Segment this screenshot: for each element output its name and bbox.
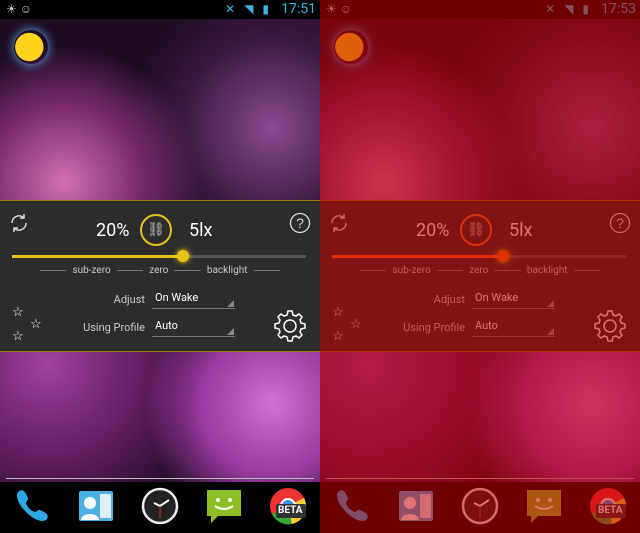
- brightness-percent: 20%: [96, 220, 130, 241]
- slider-scale: sub-zero zero backlight: [360, 263, 600, 277]
- adjust-label: Adjust: [433, 293, 465, 306]
- lux-reading: 5lx: [189, 220, 213, 241]
- adjust-dropdown[interactable]: On Wake: [472, 291, 555, 309]
- chrome-beta-icon[interactable]: BETA: [588, 486, 628, 526]
- slider-thumb[interactable]: [496, 250, 509, 262]
- slider-scale: sub-zero zero backlight: [40, 263, 280, 277]
- slider-fill: [332, 255, 503, 258]
- chrome-beta-badge: BETA: [598, 505, 623, 516]
- scale-label-zero: zero: [149, 264, 169, 276]
- screen-right-red-filter: ☀ ☺ ✕ ◥ ▮ 17:53 20% ⛓ 5lx ? sub-zero zer…: [320, 0, 640, 533]
- brightness-percent: 20%: [416, 220, 450, 241]
- clock-icon[interactable]: [140, 486, 180, 526]
- adjust-value: On Wake: [155, 291, 199, 304]
- profile-label: Using Profile: [83, 321, 145, 334]
- phone-icon[interactable]: [332, 486, 372, 526]
- contacts-icon[interactable]: [76, 486, 116, 526]
- chain-link-icon[interactable]: ⛓: [460, 214, 492, 246]
- stars-icon[interactable]: ☆ ☆ ☆: [332, 306, 368, 343]
- brightness-widget: 20% ⛓ 5lx ? sub-zero zero backlight Adju…: [0, 200, 320, 352]
- scale-label-backlight: backlight: [206, 264, 248, 276]
- profile-dropdown[interactable]: Auto: [472, 319, 555, 337]
- gear-icon[interactable]: [592, 308, 628, 344]
- profile-label: Using Profile: [403, 321, 465, 334]
- signal-battery-icons: ✕ ◥ ▮: [225, 2, 272, 16]
- status-bar: ☀ ☺ ✕ ◥ ▮ 17:51: [0, 0, 320, 19]
- messaging-icon[interactable]: [204, 486, 244, 526]
- phone-icon[interactable]: [12, 486, 52, 526]
- notification-icons: ☀ ☺: [326, 2, 352, 16]
- stars-icon[interactable]: ☆ ☆ ☆: [12, 306, 48, 343]
- adjust-dropdown[interactable]: On Wake: [152, 291, 235, 309]
- dock-divider: [326, 478, 634, 479]
- chrome-beta-badge: BETA: [278, 505, 303, 516]
- brightness-slider[interactable]: [332, 250, 626, 262]
- wallpaper: [320, 352, 640, 482]
- status-bar: ☀ ☺ ✕ ◥ ▮ 17:53: [320, 0, 640, 19]
- scale-label-backlight: backlight: [526, 264, 568, 276]
- help-icon[interactable]: ?: [289, 212, 311, 234]
- profile-dropdown[interactable]: Auto: [152, 319, 235, 337]
- status-time: 17:51: [281, 1, 316, 17]
- scale-label-sub-zero: sub-zero: [392, 264, 431, 276]
- contacts-icon[interactable]: [396, 486, 436, 526]
- svg-text:?: ?: [296, 215, 304, 231]
- wallpaper: [0, 352, 320, 482]
- slider-fill: [12, 255, 183, 258]
- adjust-value: On Wake: [475, 291, 519, 304]
- brightness-slider[interactable]: [12, 250, 306, 262]
- clock-icon[interactable]: [460, 486, 500, 526]
- slider-thumb[interactable]: [176, 250, 189, 262]
- help-icon[interactable]: ?: [609, 212, 631, 234]
- wallpaper: [0, 19, 320, 200]
- refresh-icon[interactable]: [328, 212, 350, 234]
- signal-battery-icons: ✕ ◥ ▮: [545, 2, 592, 16]
- app-sun-moon-icon[interactable]: [334, 30, 368, 64]
- messaging-icon[interactable]: [524, 486, 564, 526]
- wallpaper: [320, 19, 640, 200]
- dock-divider: [6, 478, 314, 479]
- chain-link-icon[interactable]: ⛓: [140, 214, 172, 246]
- chrome-beta-icon[interactable]: BETA: [268, 486, 308, 526]
- svg-text:?: ?: [616, 215, 624, 231]
- lux-reading: 5lx: [509, 220, 533, 241]
- notification-icons: ☀ ☺: [6, 2, 32, 16]
- app-sun-moon-icon[interactable]: [14, 30, 48, 64]
- scale-label-zero: zero: [469, 264, 489, 276]
- brightness-widget: 20% ⛓ 5lx ? sub-zero zero backlight Adju…: [320, 200, 640, 352]
- gear-icon[interactable]: [272, 308, 308, 344]
- scale-label-sub-zero: sub-zero: [72, 264, 111, 276]
- refresh-icon[interactable]: [8, 212, 30, 234]
- adjust-label: Adjust: [113, 293, 145, 306]
- screen-left: ☀ ☺ ✕ ◥ ▮ 17:51 20% ⛓ 5lx ? sub-zero zer…: [0, 0, 320, 533]
- profile-value: Auto: [475, 319, 498, 332]
- profile-value: Auto: [155, 319, 178, 332]
- status-time: 17:53: [601, 1, 636, 17]
